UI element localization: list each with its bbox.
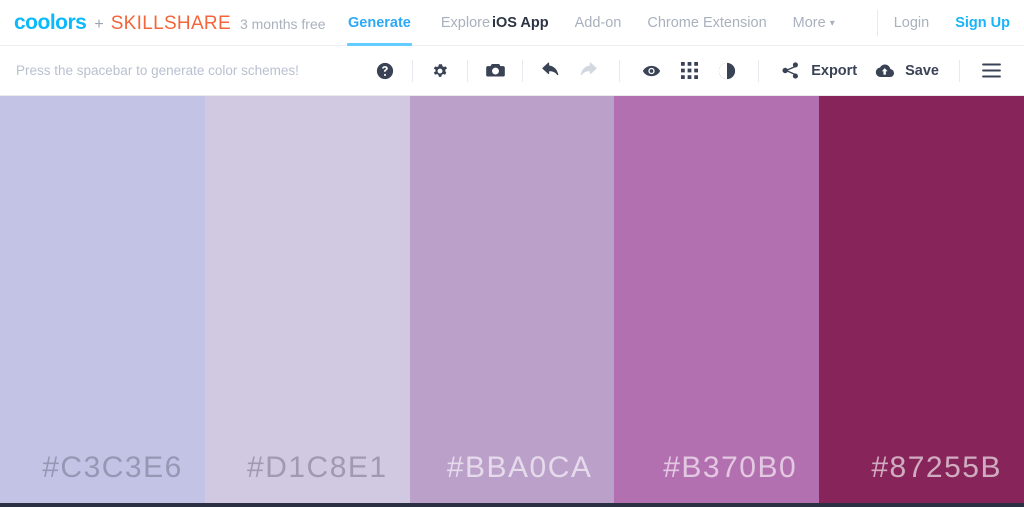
coolors-logo[interactable]: coolors [14, 12, 87, 33]
header-nav: iOS App Add-on Chrome Extension More ▾ Lo… [492, 0, 1010, 46]
plus-sign: + [94, 15, 104, 33]
gear-icon[interactable] [421, 46, 459, 96]
color-swatch[interactable]: #B370B0 [614, 96, 820, 503]
nav-add-on[interactable]: Add-on [575, 15, 622, 31]
toolbar-divider [412, 59, 414, 82]
toolbar-actions: Export Save [366, 46, 1010, 96]
redo-icon[interactable] [569, 46, 607, 96]
tab-explore[interactable]: Explore [441, 0, 490, 46]
contrast-icon[interactable] [708, 46, 746, 96]
color-hex-label[interactable]: #BBA0CA [447, 451, 615, 503]
export-button[interactable]: Export [771, 46, 865, 96]
brand-logo-group[interactable]: coolors + SKILLSHARE 3 months free [14, 12, 326, 34]
toolbar-divider [619, 59, 621, 82]
color-hex-label[interactable]: #D1C8E1 [247, 451, 410, 503]
promo-label[interactable]: 3 months free [240, 16, 326, 32]
camera-icon[interactable] [476, 46, 514, 96]
nav-more-label: More [792, 14, 826, 31]
color-swatch[interactable]: #BBA0CA [409, 96, 615, 503]
login-button[interactable]: Login [894, 15, 929, 31]
color-palette: #C3C3E6 #D1C8E1 #BBA0CA #B370B0 #87255B [0, 96, 1024, 503]
coolors-app: coolors + SKILLSHARE 3 months free Gener… [0, 0, 1024, 507]
color-hex-label[interactable]: #C3C3E6 [42, 451, 205, 503]
color-swatch[interactable]: #C3C3E6 [0, 96, 205, 503]
nav-chrome-extension[interactable]: Chrome Extension [647, 15, 766, 31]
toolbar-divider [467, 59, 469, 82]
main-tab-bar: Generate Explore [347, 0, 520, 46]
hamburger-menu-icon[interactable] [972, 46, 1010, 96]
grid-icon[interactable] [670, 46, 708, 96]
cloud-upload-icon [865, 46, 903, 96]
tab-generate-label: Generate [348, 15, 411, 31]
chevron-down-icon: ▾ [829, 17, 835, 29]
color-hex-label[interactable]: #87255B [871, 451, 1024, 503]
editor-toolbar: Press the spacebar to generate color sch… [0, 46, 1024, 96]
site-header: coolors + SKILLSHARE 3 months free Gener… [0, 0, 1024, 46]
undo-icon[interactable] [531, 46, 569, 96]
eye-icon[interactable] [632, 46, 670, 96]
header-divider [876, 9, 878, 36]
signup-button[interactable]: Sign Up [955, 15, 1010, 31]
toolbar-divider [758, 59, 760, 82]
share-icon [771, 46, 809, 96]
spacebar-hint: Press the spacebar to generate color sch… [16, 63, 299, 78]
help-icon[interactable] [366, 46, 404, 96]
export-label: Export [811, 62, 858, 79]
footer-bar [0, 503, 1024, 507]
toolbar-divider [522, 59, 524, 82]
save-label: Save [905, 62, 939, 79]
color-swatch[interactable]: #87255B [819, 96, 1024, 503]
nav-more[interactable]: More ▾ [793, 15, 835, 31]
color-swatch[interactable]: #D1C8E1 [204, 96, 410, 503]
tab-generate[interactable]: Generate [347, 0, 412, 46]
color-hex-label[interactable]: #B370B0 [663, 451, 819, 503]
save-button[interactable]: Save [865, 46, 947, 96]
tab-explore-label: Explore [440, 15, 491, 31]
toolbar-divider [959, 59, 960, 82]
skillshare-logo[interactable]: SKILLSHARE [111, 14, 231, 33]
